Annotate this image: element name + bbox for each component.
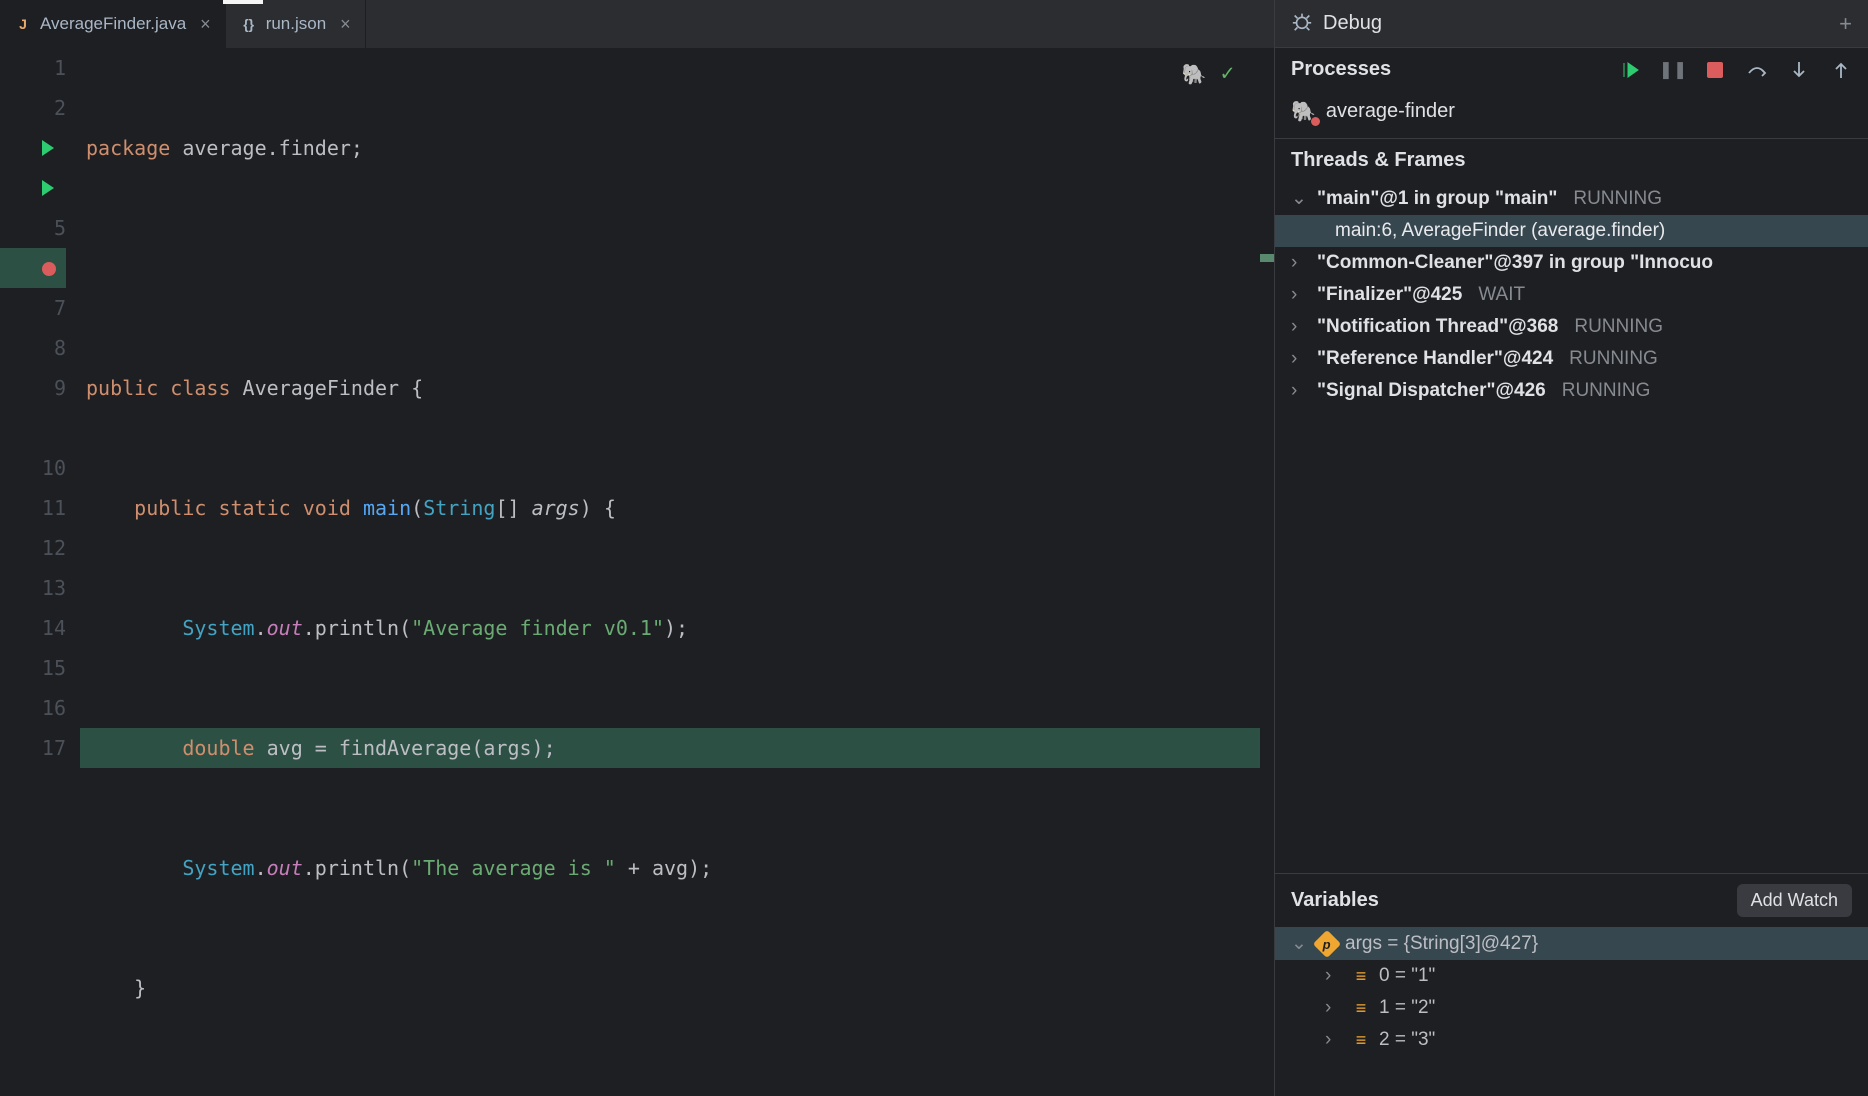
- chevron-right-icon: ›: [1291, 348, 1309, 370]
- breakpoint-icon[interactable]: [42, 262, 56, 276]
- editor-inspections: 🐘 ✓: [1182, 54, 1234, 94]
- gradle-icon[interactable]: 🐘: [1182, 54, 1207, 94]
- bug-icon: [1291, 10, 1313, 37]
- variable-row[interactable]: › ≡ 1 = "2": [1275, 992, 1868, 1024]
- chevron-right-icon: ›: [1325, 965, 1343, 987]
- debug-header: Debug +: [1275, 0, 1868, 48]
- minimap-mark: [1260, 254, 1274, 262]
- array-element-icon: ≡: [1351, 1030, 1371, 1050]
- variable-label: 0 = "1": [1379, 965, 1435, 987]
- step-out-icon[interactable]: [1830, 59, 1852, 81]
- line-number: 5: [0, 208, 66, 248]
- frame-row[interactable]: main:6, AverageFinder (average.finder): [1275, 215, 1868, 247]
- line-number: 8: [0, 328, 66, 368]
- processes-header: Processes ❚❚: [1275, 48, 1868, 91]
- debug-title: Debug: [1323, 12, 1382, 35]
- json-file-icon: {}: [240, 15, 258, 33]
- variable-label: 2 = "3": [1379, 1029, 1435, 1051]
- thread-row[interactable]: › "Common-Cleaner"@397 in group "Innocuo: [1275, 247, 1868, 279]
- check-icon[interactable]: ✓: [1221, 54, 1234, 94]
- chevron-down-icon: ⌄: [1291, 932, 1309, 955]
- tab-bar: J AverageFinder.java × {} run.json ×: [0, 0, 1274, 48]
- editor-body[interactable]: 🐘 ✓ 1 2 5 7 8 9 10 11 12 13 14 15 16 17 …: [0, 48, 1274, 1096]
- line-number: 16: [0, 688, 66, 728]
- tab-averagefinder[interactable]: J AverageFinder.java ×: [0, 0, 226, 48]
- add-config-icon[interactable]: +: [1839, 11, 1852, 37]
- run-icon[interactable]: [42, 180, 56, 196]
- step-over-icon[interactable]: [1746, 59, 1768, 81]
- thread-row[interactable]: › "Reference Handler"@424 RUNNING: [1275, 343, 1868, 375]
- processes-label: Processes: [1291, 58, 1391, 81]
- array-element-icon: ≡: [1351, 998, 1371, 1018]
- thread-row[interactable]: › "Notification Thread"@368 RUNNING: [1275, 311, 1868, 343]
- variables-header: Variables Add Watch: [1275, 873, 1868, 927]
- stop-icon[interactable]: [1704, 59, 1726, 81]
- code-area[interactable]: package average.finder; public class Ave…: [80, 48, 1260, 1096]
- chevron-right-icon: ›: [1291, 252, 1309, 274]
- thread-row[interactable]: › "Finalizer"@425 WAIT: [1275, 279, 1868, 311]
- variable-row[interactable]: › ≡ 2 = "3": [1275, 1024, 1868, 1056]
- close-icon[interactable]: ×: [340, 14, 351, 35]
- array-element-icon: ≡: [1351, 966, 1371, 986]
- tab-runjson[interactable]: {} run.json ×: [226, 0, 366, 48]
- threads-list: ⌄ "main"@1 in group "main" RUNNING main:…: [1275, 182, 1868, 407]
- line-number: 12: [0, 528, 66, 568]
- line-number: [0, 408, 66, 448]
- chevron-right-icon: ›: [1291, 316, 1309, 338]
- variable-label: args = {String[3]@427}: [1345, 933, 1538, 955]
- thread-row[interactable]: ⌄ "main"@1 in group "main" RUNNING: [1275, 182, 1868, 215]
- chevron-down-icon: ⌄: [1291, 187, 1309, 210]
- debug-pane: Debug + Processes ❚❚ 🐘 average-finder Th…: [1274, 0, 1868, 1096]
- editor-pane: J AverageFinder.java × {} run.json × 🐘 ✓…: [0, 0, 1274, 1096]
- line-number: 9: [0, 368, 66, 408]
- variables-label: Variables: [1291, 889, 1379, 912]
- minimap[interactable]: [1260, 48, 1274, 1096]
- line-number: [0, 168, 66, 208]
- line-number: 17: [0, 728, 66, 768]
- close-icon[interactable]: ×: [200, 14, 211, 35]
- line-number: 1: [0, 48, 66, 88]
- java-file-icon: J: [14, 15, 32, 33]
- line-number: 14: [0, 608, 66, 648]
- gutter[interactable]: 1 2 5 7 8 9 10 11 12 13 14 15 16 17: [0, 48, 80, 1096]
- pause-icon[interactable]: ❚❚: [1662, 59, 1684, 81]
- run-icon[interactable]: [42, 140, 56, 156]
- add-watch-button[interactable]: Add Watch: [1737, 884, 1852, 917]
- tab-label: AverageFinder.java: [40, 14, 186, 34]
- resume-icon[interactable]: [1620, 59, 1642, 81]
- debug-controls: ❚❚: [1620, 59, 1852, 81]
- step-into-icon[interactable]: [1788, 59, 1810, 81]
- line-number: [0, 248, 66, 288]
- line-number: 7: [0, 288, 66, 328]
- chevron-right-icon: ›: [1291, 380, 1309, 402]
- line-number: 13: [0, 568, 66, 608]
- variable-label: 1 = "2": [1379, 997, 1435, 1019]
- param-icon: p: [1313, 929, 1341, 957]
- line-number: [0, 128, 66, 168]
- variable-row[interactable]: › ≡ 0 = "1": [1275, 960, 1868, 992]
- line-number: 15: [0, 648, 66, 688]
- process-name: average-finder: [1326, 100, 1455, 123]
- variables-list: ⌄ p args = {String[3]@427} › ≡ 0 = "1" ›…: [1275, 927, 1868, 1096]
- chevron-right-icon: ›: [1325, 997, 1343, 1019]
- threads-label: Threads & Frames: [1275, 138, 1868, 182]
- line-number: 10: [0, 448, 66, 488]
- process-item[interactable]: 🐘 average-finder: [1275, 91, 1868, 138]
- chevron-right-icon: ›: [1325, 1029, 1343, 1051]
- line-number: 2: [0, 88, 66, 128]
- line-number: 11: [0, 488, 66, 528]
- tab-indicator: [223, 0, 263, 4]
- variable-row[interactable]: ⌄ p args = {String[3]@427}: [1275, 927, 1868, 960]
- thread-row[interactable]: › "Signal Dispatcher"@426 RUNNING: [1275, 375, 1868, 407]
- gradle-run-icon: 🐘: [1291, 99, 1316, 124]
- tab-label: run.json: [266, 14, 326, 34]
- chevron-right-icon: ›: [1291, 284, 1309, 306]
